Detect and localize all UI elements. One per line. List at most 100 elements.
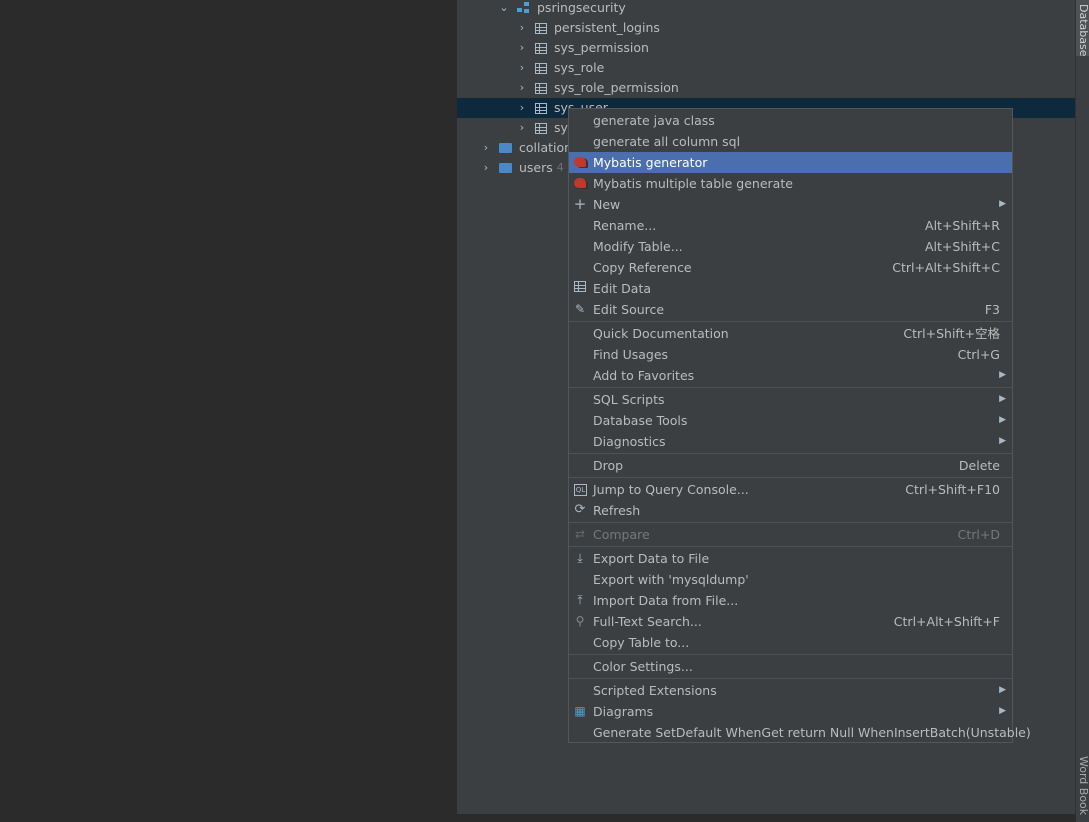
menu-item-compare[interactable]: ⇄ Compare Ctrl+D (569, 524, 1012, 545)
tree-folder-row[interactable]: › collation (479, 138, 572, 158)
menu-item-find-usages[interactable]: Find Usages Ctrl+G (569, 344, 1012, 365)
menu-item-shortcut: F3 (984, 302, 1000, 317)
menu-item-mybatis-generator[interactable]: Mybatis generator (569, 152, 1012, 173)
menu-item-shortcut: Delete (958, 458, 1000, 473)
menu-item-quick-documentation[interactable]: Quick Documentation Ctrl+Shift+空格 (569, 323, 1012, 344)
menu-item-label: SQL Scripts (593, 392, 665, 407)
menu-item-database-tools[interactable]: Database Tools ▶ (569, 410, 1012, 431)
menu-item-diagnostics[interactable]: Diagnostics ▶ (569, 431, 1012, 452)
menu-separator (569, 453, 1012, 454)
menu-item-label: Database Tools (593, 413, 688, 428)
menu-item-copy-reference[interactable]: Copy Reference Ctrl+Alt+Shift+C (569, 257, 1012, 278)
menu-item-refresh[interactable]: ⟳ Refresh (569, 500, 1012, 521)
submenu-arrow-icon: ▶ (999, 685, 1006, 695)
submenu-arrow-icon: ▶ (999, 706, 1006, 716)
tree-folder-row[interactable]: › users 4 (479, 158, 564, 178)
menu-item-generate-setdefault[interactable]: Generate SetDefault WhenGet return Null … (569, 722, 1031, 743)
pencil-icon: ✎ (574, 302, 586, 316)
folder-icon (499, 143, 512, 153)
tree-table-row[interactable]: › sys_permission (515, 38, 649, 58)
chevron-right-icon[interactable]: › (479, 138, 493, 158)
chevron-right-icon[interactable]: › (515, 18, 529, 38)
menu-item-shortcut: Ctrl+D (957, 527, 1000, 542)
table-name: persistent_logins (554, 20, 660, 35)
menu-item-label: Rename... (593, 218, 657, 233)
menu-item-label: Mybatis generator (593, 155, 708, 170)
menu-item-export-data-to-file[interactable]: ⤓ Export Data to File (569, 548, 1012, 569)
menu-item-label: Scripted Extensions (593, 683, 717, 698)
tree-schema-row[interactable]: ⌄ psringsecurity (497, 0, 626, 18)
menu-item-export-mysqldump[interactable]: Export with 'mysqldump' (569, 569, 1012, 590)
tree-table-row[interactable]: › sys_role (515, 58, 605, 78)
menu-item-add-to-favorites[interactable]: Add to Favorites ▶ (569, 365, 1012, 386)
folder-name: users (519, 160, 553, 175)
submenu-arrow-icon: ▶ (999, 394, 1006, 404)
mybatis-bird-icon (573, 155, 587, 169)
menu-item-mybatis-multiple-table[interactable]: Mybatis multiple table generate (569, 173, 1012, 194)
table-name: sys_role_permission (554, 80, 679, 95)
menu-separator (569, 321, 1012, 322)
menu-item-shortcut: Alt+Shift+C (924, 239, 1000, 254)
menu-item-generate-java-class[interactable]: generate java class (569, 110, 1012, 131)
table-icon (535, 82, 547, 94)
menu-item-label: Full-Text Search... (593, 614, 702, 629)
table-name: sys_permission (554, 40, 649, 55)
database-tool-tab[interactable]: Database (1076, 0, 1089, 56)
menu-item-label: Diagnostics (593, 434, 666, 449)
menu-item-generate-all-column-sql[interactable]: generate all column sql (569, 131, 1012, 152)
menu-item-shortcut: Ctrl+Shift+F10 (905, 482, 1000, 497)
ql-console-icon: QL (574, 484, 587, 496)
menu-separator (569, 522, 1012, 523)
table-icon (573, 281, 587, 295)
table-icon (535, 22, 547, 34)
table-name: sys_role (554, 60, 605, 75)
submenu-arrow-icon: ▶ (999, 199, 1006, 209)
menu-item-sql-scripts[interactable]: SQL Scripts ▶ (569, 389, 1012, 410)
menu-item-full-text-search[interactable]: ⚲ Full-Text Search... Ctrl+Alt+Shift+F (569, 611, 1012, 632)
menu-item-jump-to-query-console[interactable]: QL Jump to Query Console... Ctrl+Shift+F… (569, 479, 1012, 500)
menu-item-label: Modify Table... (593, 239, 683, 254)
menu-item-rename[interactable]: Rename... Alt+Shift+R (569, 215, 1012, 236)
menu-item-modify-table[interactable]: Modify Table... Alt+Shift+C (569, 236, 1012, 257)
chevron-right-icon[interactable]: › (515, 118, 529, 138)
chevron-right-icon[interactable]: › (479, 158, 493, 178)
editor-area (0, 0, 457, 814)
table-icon (535, 122, 547, 134)
diagram-icon: ▦ (574, 704, 586, 718)
menu-item-label: Quick Documentation (593, 326, 729, 341)
folder-icon (499, 163, 512, 173)
menu-item-label: Import Data from File... (593, 593, 739, 608)
menu-item-label: Export with 'mysqldump' (593, 572, 749, 587)
right-tool-strip (1075, 0, 1089, 814)
folder-count: 4 (556, 161, 564, 174)
compare-icon: ⇄ (574, 527, 586, 541)
schema-label: psringsecurity (537, 0, 626, 15)
menu-item-import-data-from-file[interactable]: ⤒ Import Data from File... (569, 590, 1012, 611)
menu-separator (569, 678, 1012, 679)
menu-item-shortcut: Ctrl+Alt+Shift+C (892, 260, 1000, 275)
menu-item-edit-source[interactable]: ✎ Edit Source F3 (569, 299, 1012, 320)
menu-item-color-settings[interactable]: Color Settings... (569, 656, 1012, 677)
menu-item-label: Jump to Query Console... (593, 482, 749, 497)
submenu-arrow-icon: ▶ (999, 436, 1006, 446)
chevron-right-icon[interactable]: › (515, 58, 529, 78)
menu-item-drop[interactable]: Drop Delete (569, 455, 1012, 476)
chevron-right-icon[interactable]: › (515, 38, 529, 58)
chevron-right-icon[interactable]: › (515, 98, 529, 118)
chevron-right-icon[interactable]: › (515, 78, 529, 98)
submenu-arrow-icon: ▶ (999, 370, 1006, 380)
menu-item-diagrams[interactable]: ▦ Diagrams ▶ (569, 701, 1012, 722)
menu-item-label: Export Data to File (593, 551, 710, 566)
menu-item-edit-data[interactable]: Edit Data (569, 278, 1012, 299)
export-icon: ⤓ (577, 551, 583, 565)
refresh-icon: ⟳ (574, 502, 586, 517)
menu-item-label: Diagrams (593, 704, 654, 719)
tree-table-row[interactable]: › sys_role_permission (515, 78, 679, 98)
chevron-down-icon[interactable]: ⌄ (497, 0, 511, 18)
menu-item-label: generate java class (593, 113, 715, 128)
word-book-tool-tab[interactable]: Word Book (1076, 752, 1089, 822)
menu-item-scripted-extensions[interactable]: Scripted Extensions ▶ (569, 680, 1012, 701)
menu-item-copy-table-to[interactable]: Copy Table to... (569, 632, 1012, 653)
menu-item-new[interactable]: + New ▶ (569, 194, 1012, 215)
tree-table-row[interactable]: › persistent_logins (515, 18, 660, 38)
